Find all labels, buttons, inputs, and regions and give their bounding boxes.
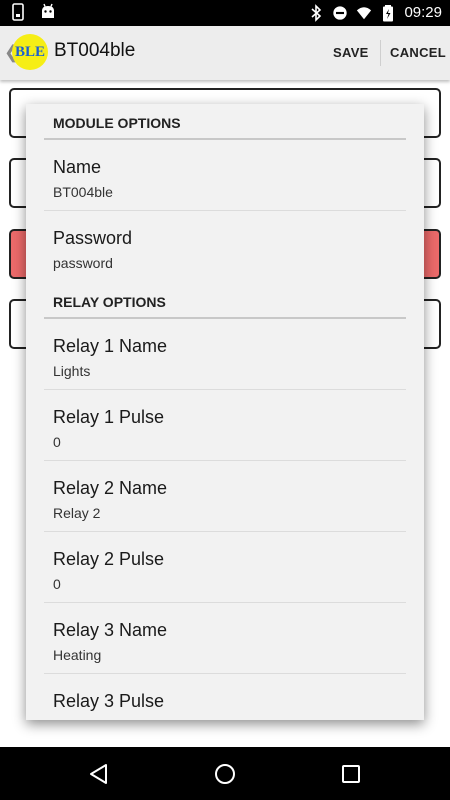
pref-relay-2-name[interactable]: Relay 2 Name Relay 2 [44,461,406,532]
status-bar: 09:29 [0,0,450,26]
settings-dialog: MODULE OPTIONS Name BT004ble Password pa… [26,104,424,720]
navigation-bar [0,747,450,800]
pref-title: Relay 1 Name [53,336,168,356]
android-icon [42,3,54,18]
wifi-icon [357,7,372,20]
action-divider [380,40,381,66]
pref-summary: Relay 2 [53,505,101,521]
do-not-disturb-icon [333,6,348,20]
cancel-button[interactable]: CANCEL [390,45,446,60]
app-logo[interactable]: BLE [12,34,48,70]
app-title: BT004ble [54,40,136,61]
bluetooth-icon [311,4,322,22]
pref-title: Relay 1 Pulse [53,407,165,427]
relay-options-header: RELAY OPTIONS [44,283,406,319]
recents-nav-icon[interactable] [338,761,364,787]
pref-title: Relay 3 Name [53,620,168,640]
pref-password[interactable]: Password password [44,211,406,283]
phone-icon [12,3,24,21]
pref-title: Relay 3 Pulse [53,691,165,711]
pref-summary: 0 [53,434,61,450]
pref-relay-3-pulse[interactable]: Relay 3 Pulse 0 [44,674,406,720]
pref-summary: password [53,255,113,271]
pref-summary: BT004ble [53,184,113,200]
save-button[interactable]: SAVE [333,45,369,60]
pref-summary: 0 [53,718,61,720]
pref-summary: Heating [53,647,102,663]
pref-relay-3-name[interactable]: Relay 3 Name Heating [44,603,406,674]
back-nav-icon[interactable] [86,761,112,787]
pref-summary: 0 [53,576,61,592]
settings-list[interactable]: MODULE OPTIONS Name BT004ble Password pa… [26,104,424,720]
pref-summary: Lights [53,363,91,379]
home-nav-icon[interactable] [212,761,238,787]
pref-relay-2-pulse[interactable]: Relay 2 Pulse 0 [44,532,406,603]
pref-name[interactable]: Name BT004ble [44,140,406,211]
battery-icon [383,5,394,22]
pref-title: Name [53,157,102,177]
module-options-header: MODULE OPTIONS [44,104,406,140]
pref-title: Relay 2 Name [53,478,168,498]
pref-title: Password [53,228,133,248]
pref-relay-1-pulse[interactable]: Relay 1 Pulse 0 [44,390,406,461]
pref-relay-1-name[interactable]: Relay 1 Name Lights [44,319,406,390]
app-bar: ❮ BLE BT004ble SAVE CANCEL [0,26,450,80]
pref-title: Relay 2 Pulse [53,549,165,569]
status-time: 09:29 [404,4,442,21]
